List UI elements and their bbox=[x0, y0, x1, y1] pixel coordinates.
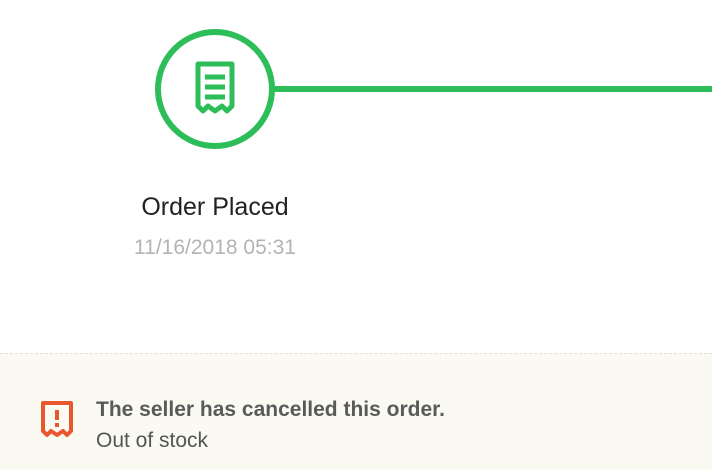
progress-line bbox=[270, 86, 712, 92]
order-progress-tracker: Order Placed 11/16/2018 05:31 bbox=[0, 0, 712, 353]
alert-receipt-icon bbox=[41, 401, 73, 437]
receipt-icon bbox=[195, 61, 235, 114]
order-status-page: Order Placed 11/16/2018 05:31 The seller… bbox=[0, 0, 712, 470]
cancellation-notice: The seller has cancelled this order. Out… bbox=[0, 353, 712, 470]
order-placed-step-circle bbox=[155, 29, 275, 149]
step-label: Order Placed bbox=[141, 193, 289, 221]
step-timestamp: 11/16/2018 05:31 bbox=[134, 236, 296, 259]
cancellation-title: The seller has cancelled this order. bbox=[96, 398, 445, 421]
cancellation-reason: Out of stock bbox=[96, 429, 209, 452]
